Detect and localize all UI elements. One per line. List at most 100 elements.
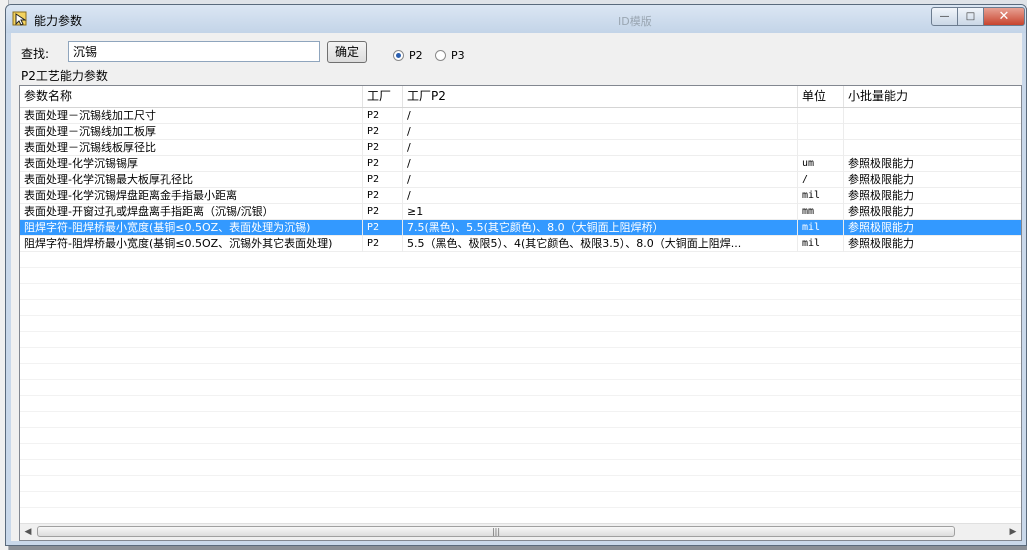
cell-factory-p2: 5.5（黑色、极限5）、4(其它颜色、极限3.5）、8.0（大铜面上阻焊... — [403, 236, 798, 252]
table-row[interactable]: 表面处理－沉锡线加工板厚 P2/ — [20, 124, 1021, 140]
close-button[interactable]: ✕ — [983, 7, 1025, 26]
cell-factory-p2: / — [403, 156, 798, 172]
cell-capability: 参照极限能力 — [844, 204, 1021, 220]
radio-selected-icon — [393, 50, 404, 61]
empty-grid-row — [20, 300, 1021, 316]
app-icon — [12, 11, 27, 26]
empty-grid-row — [20, 332, 1021, 348]
empty-grid-row — [20, 268, 1021, 284]
cell-unit: um — [798, 156, 844, 172]
confirm-button[interactable]: 确定 — [327, 41, 367, 63]
cell-factory: P2 — [363, 140, 403, 156]
cell-factory-p2: 7.5(黑色)、5.5(其它颜色)、8.0（大铜面上阻焊桥） — [403, 220, 798, 236]
empty-grid-row — [20, 380, 1021, 396]
ability-params-window: 能力参数 ID模版 — □ ✕ 查找: 确定 P2 P3 P2工艺能力参数 参数… — [5, 4, 1027, 546]
window-client-area: 查找: 确定 P2 P3 P2工艺能力参数 参数名称 工厂 工厂P2 单位 小批… — [11, 33, 1022, 541]
cell-unit: mil — [798, 188, 844, 204]
cell-name: 表面处理-开窗过孔或焊盘离手指距离（沉锡/沉银） — [20, 204, 363, 220]
search-input[interactable] — [68, 41, 320, 62]
cell-capability: 参照极限能力 — [844, 236, 1021, 252]
cell-factory: P2 — [363, 220, 403, 236]
empty-grid-row — [20, 348, 1021, 364]
cell-factory: P2 — [363, 204, 403, 220]
radio-p3[interactable]: P3 — [435, 49, 465, 62]
cell-capability: 参照极限能力 — [844, 172, 1021, 188]
table-row[interactable]: 表面处理－沉锡线板厚径比 P2/ — [20, 140, 1021, 156]
cell-factory: P2 — [363, 108, 403, 124]
cell-factory-p2: / — [403, 188, 798, 204]
cell-factory: P2 — [363, 156, 403, 172]
search-label: 查找: — [21, 47, 50, 61]
empty-grid-row — [20, 492, 1021, 508]
column-header-unit[interactable]: 单位 — [798, 86, 844, 107]
window-title: 能力参数 — [34, 14, 83, 28]
empty-grid-row — [20, 460, 1021, 476]
title-bar[interactable]: 能力参数 ID模版 — □ ✕ — [6, 5, 1026, 33]
cell-name: 表面处理-化学沉锡焊盘距离金手指最小距离 — [20, 188, 363, 204]
cell-name: 阻焊字符-阻焊桥最小宽度(基铜≤0.5OZ、表面处理为沉锡) — [20, 220, 363, 236]
cell-name: 表面处理－沉锡线加工板厚 — [20, 124, 363, 140]
radio-p3-label: P3 — [451, 49, 465, 62]
cell-factory-p2: / — [403, 124, 798, 140]
cell-unit — [798, 108, 844, 124]
cell-name: 表面处理－沉锡线板厚径比 — [20, 140, 363, 156]
cell-capability: 参照极限能力 — [844, 188, 1021, 204]
table-row[interactable]: 表面处理-开窗过孔或焊盘离手指距离（沉锡/沉银） P2 ≥1 mm 参照极限能力 — [20, 204, 1021, 220]
cell-factory-p2: / — [403, 172, 798, 188]
background-window-text: ID模版 — [618, 15, 652, 28]
cell-capability: 参照极限能力 — [844, 220, 1021, 236]
table-row[interactable]: 表面处理-化学沉锡最大板厚孔径比 P2// 参照极限能力 — [20, 172, 1021, 188]
cell-factory-p2: / — [403, 108, 798, 124]
empty-grid-row — [20, 428, 1021, 444]
table-row[interactable]: 表面处理－沉锡线加工尺寸 P2/ — [20, 108, 1021, 124]
cell-factory: P2 — [363, 236, 403, 252]
cell-unit — [798, 140, 844, 156]
cell-factory-p2: ≥1 — [403, 204, 798, 220]
table-row[interactable]: 阻焊字符-阻焊桥最小宽度(基铜≤0.5OZ、沉锡外其它表面处理) P2 5.5（黑色… — [20, 236, 1021, 252]
cell-name: 表面处理-化学沉锡锡厚 — [20, 156, 363, 172]
table-row[interactable]: 表面处理-化学沉锡锡厚 P2/um 参照极限能力 — [20, 156, 1021, 172]
cell-unit: mm — [798, 204, 844, 220]
empty-grid-row — [20, 444, 1021, 460]
scroll-left-icon[interactable]: ◀ — [20, 524, 36, 540]
horizontal-scrollbar[interactable]: ◀ ||| ▶ — [20, 523, 1021, 540]
radio-p2[interactable]: P2 — [393, 49, 423, 62]
table-row[interactable]: 阻焊字符-阻焊桥最小宽度(基铜≤0.5OZ、表面处理为沉锡) P2 7.5(黑色)、… — [20, 220, 1021, 236]
cell-unit: mil — [798, 236, 844, 252]
cell-capability — [844, 140, 1021, 156]
empty-grid-row — [20, 508, 1021, 524]
scroll-thumb[interactable]: ||| — [37, 526, 955, 537]
column-header-capability[interactable]: 小批量能力 — [844, 86, 1021, 107]
params-table[interactable]: 参数名称 工厂 工厂P2 单位 小批量能力 表面处理－沉锡线加工尺寸 P2/表面处… — [19, 85, 1022, 541]
empty-grid-row — [20, 476, 1021, 492]
cell-factory: P2 — [363, 188, 403, 204]
cell-unit — [798, 124, 844, 140]
cell-capability — [844, 108, 1021, 124]
cell-unit: / — [798, 172, 844, 188]
radio-unselected-icon — [435, 50, 446, 61]
cell-unit: mil — [798, 220, 844, 236]
empty-grid-row — [20, 316, 1021, 332]
group-label: P2工艺能力参数 — [21, 69, 108, 83]
column-header-name[interactable]: 参数名称 — [20, 86, 363, 107]
maximize-button[interactable]: □ — [957, 7, 984, 26]
column-header-factory-p2[interactable]: 工厂P2 — [403, 86, 798, 107]
table-header: 参数名称 工厂 工厂P2 单位 小批量能力 — [20, 86, 1021, 108]
radio-p2-label: P2 — [409, 49, 423, 62]
scroll-right-icon[interactable]: ▶ — [1005, 524, 1021, 540]
cell-name: 表面处理－沉锡线加工尺寸 — [20, 108, 363, 124]
table-row[interactable]: 表面处理-化学沉锡焊盘距离金手指最小距离 P2/mil 参照极限能力 — [20, 188, 1021, 204]
minimize-button[interactable]: — — [931, 7, 958, 26]
column-header-factory[interactable]: 工厂 — [363, 86, 403, 107]
empty-grid-row — [20, 252, 1021, 268]
cell-name: 阻焊字符-阻焊桥最小宽度(基铜≤0.5OZ、沉锡外其它表面处理) — [20, 236, 363, 252]
empty-grid-row — [20, 284, 1021, 300]
cell-capability — [844, 124, 1021, 140]
empty-grid-row — [20, 412, 1021, 428]
cell-capability: 参照极限能力 — [844, 156, 1021, 172]
empty-grid-row — [20, 364, 1021, 380]
empty-grid-row — [20, 396, 1021, 412]
cell-factory: P2 — [363, 172, 403, 188]
cell-name: 表面处理-化学沉锡最大板厚孔径比 — [20, 172, 363, 188]
cell-factory-p2: / — [403, 140, 798, 156]
